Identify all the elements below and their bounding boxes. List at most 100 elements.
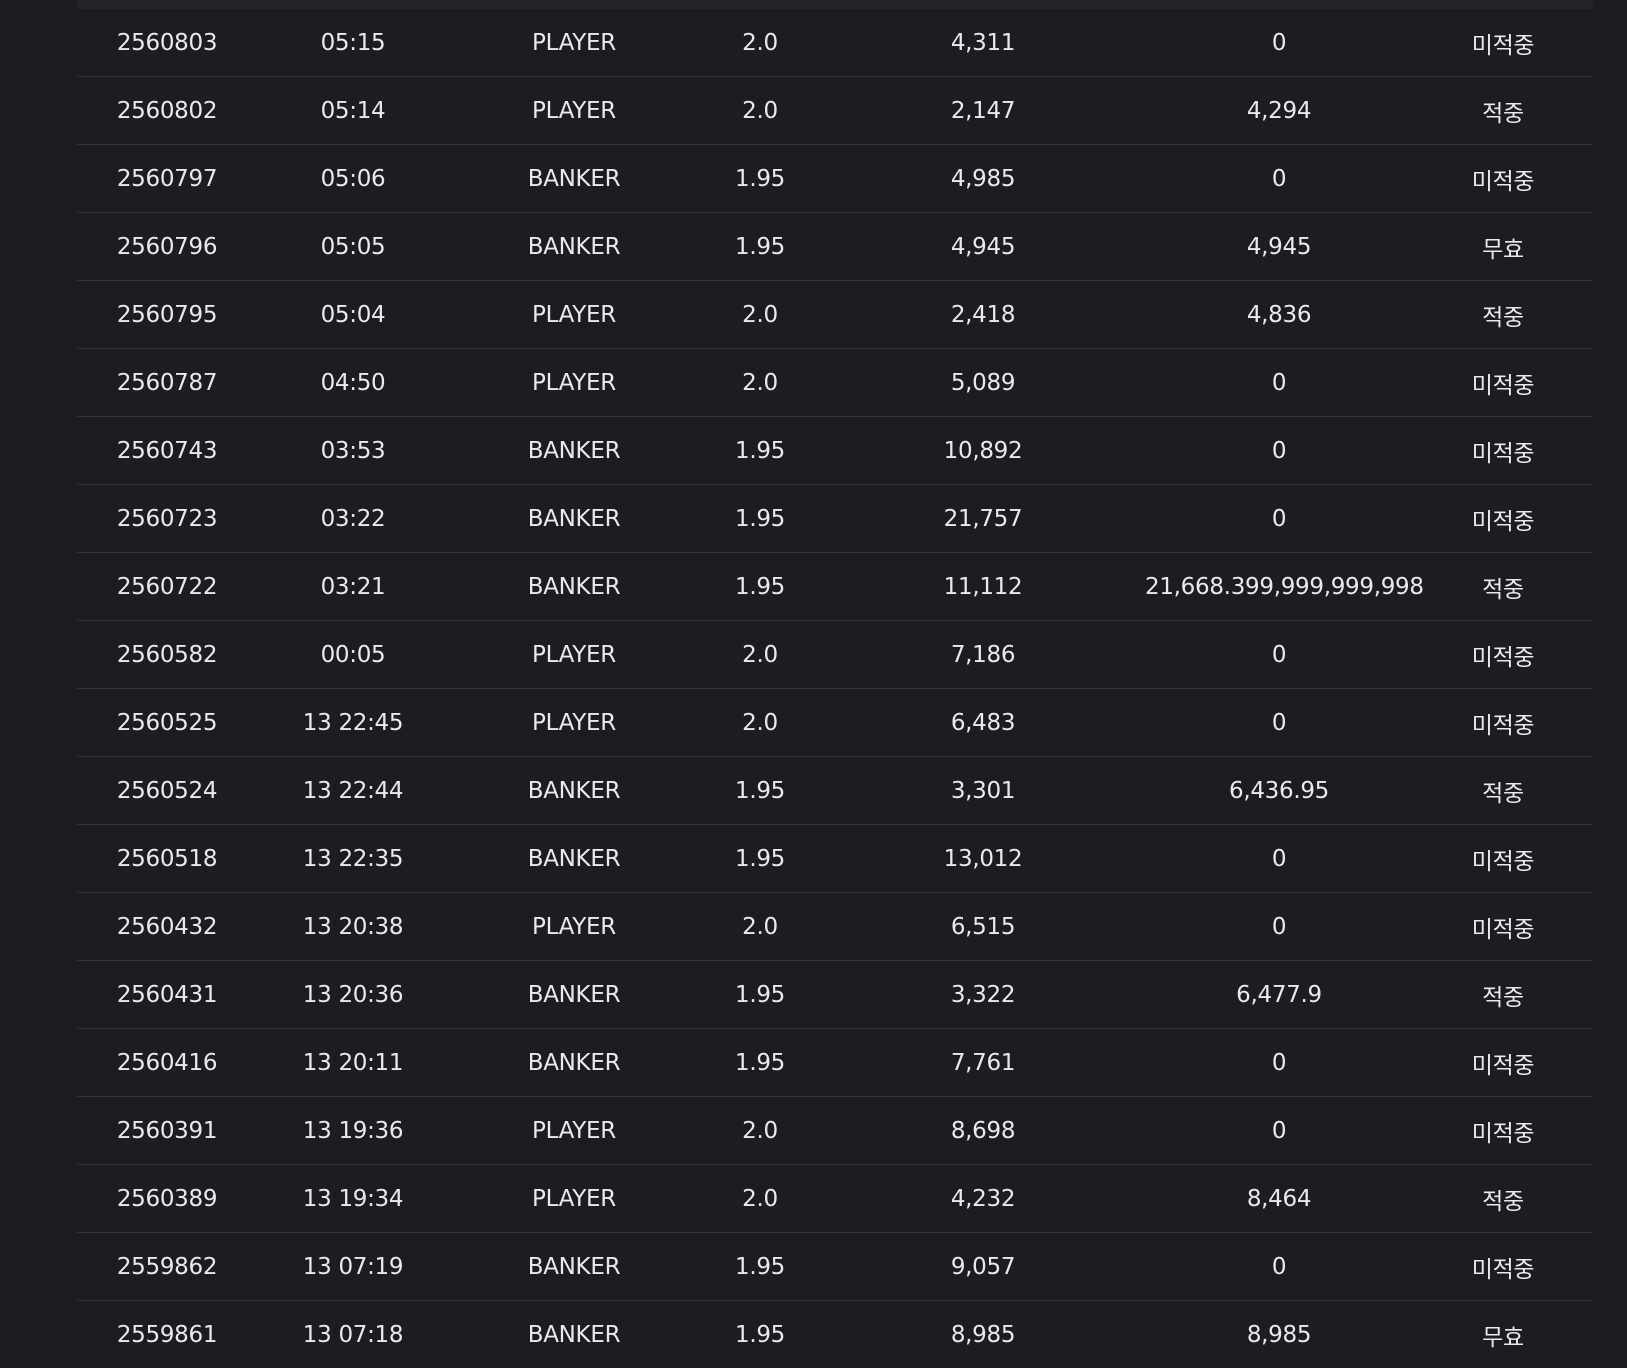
time-cell: 05:15 bbox=[320, 29, 386, 56]
bet-amount-cell: 5,089 bbox=[950, 369, 1016, 396]
round-id-cell: 2560802 bbox=[116, 97, 218, 124]
time-cell: 05:04 bbox=[320, 301, 386, 328]
win-amount-cell: 0 bbox=[1271, 1253, 1287, 1280]
table-row: 2560803 05:15 PLAYER 2.0 4,311 0 미적중 bbox=[77, 9, 1593, 77]
odds-cell: 1.95 bbox=[734, 165, 785, 192]
bet-amount-cell: 21,757 bbox=[943, 505, 1023, 532]
table-row: 2560796 05:05 BANKER 1.95 4,945 4,945 무효 bbox=[77, 213, 1593, 281]
pick-cell: PLAYER bbox=[532, 1117, 616, 1144]
odds-cell: 1.95 bbox=[734, 845, 785, 872]
bet-amount-cell: 8,698 bbox=[950, 1117, 1016, 1144]
result-cell: 미적중 bbox=[1471, 372, 1535, 399]
result-cell: 미적중 bbox=[1471, 32, 1535, 59]
win-amount-cell: 0 bbox=[1271, 913, 1287, 940]
odds-cell: 2.0 bbox=[742, 641, 778, 668]
win-amount-cell: 4,836 bbox=[1246, 301, 1312, 328]
pick-cell: BANKER bbox=[527, 437, 621, 464]
round-id-cell: 2560795 bbox=[116, 301, 218, 328]
result-cell: 미적중 bbox=[1471, 168, 1535, 195]
bet-amount-cell: 3,301 bbox=[950, 777, 1016, 804]
round-id-cell: 2560431 bbox=[116, 981, 218, 1008]
bet-amount-cell: 11,112 bbox=[943, 573, 1023, 600]
table-row: 2560743 03:53 BANKER 1.95 10,892 0 미적중 bbox=[77, 417, 1593, 485]
result-cell: 미적중 bbox=[1471, 916, 1535, 943]
round-id-cell: 2560432 bbox=[116, 913, 218, 940]
round-id-cell: 2560525 bbox=[116, 709, 218, 736]
bet-amount-cell: 7,761 bbox=[950, 1049, 1016, 1076]
bet-history-table: 2560803 05:15 PLAYER 2.0 4,311 0 미적중 2560802 05:… bbox=[77, 0, 1593, 1368]
round-id-cell: 2560803 bbox=[116, 29, 218, 56]
round-id-cell: 2559862 bbox=[116, 1253, 218, 1280]
win-amount-cell: 0 bbox=[1271, 709, 1287, 736]
odds-cell: 1.95 bbox=[734, 777, 785, 804]
time-cell: 00:05 bbox=[320, 641, 386, 668]
bet-amount-cell: 3,322 bbox=[950, 981, 1016, 1008]
win-amount-cell: 0 bbox=[1271, 1049, 1287, 1076]
win-amount-cell: 4,945 bbox=[1246, 233, 1312, 260]
table-row: 2560524 13 22:44 BANKER 1.95 3,301 6,436.95 적중 bbox=[77, 757, 1593, 825]
pick-cell: BANKER bbox=[527, 777, 621, 804]
win-amount-cell: 21,668.399,999,999,998 bbox=[1145, 573, 1424, 600]
table-row: 2560525 13 22:45 PLAYER 2.0 6,483 0 미적중 bbox=[77, 689, 1593, 757]
table-row: 2560431 13 20:36 BANKER 1.95 3,322 6,477.9 적중 bbox=[77, 961, 1593, 1029]
table-row: 2560389 13 19:34 PLAYER 2.0 4,232 8,464 적중 bbox=[77, 1165, 1593, 1233]
bet-amount-cell: 4,945 bbox=[950, 233, 1016, 260]
round-id-cell: 2560416 bbox=[116, 1049, 218, 1076]
round-id-cell: 2560389 bbox=[116, 1185, 218, 1212]
pick-cell: BANKER bbox=[527, 165, 621, 192]
table-row: 2560582 00:05 PLAYER 2.0 7,186 0 미적중 bbox=[77, 621, 1593, 689]
odds-cell: 2.0 bbox=[742, 1117, 778, 1144]
bet-amount-cell: 10,892 bbox=[943, 437, 1023, 464]
table-row: 2560391 13 19:36 PLAYER 2.0 8,698 0 미적중 bbox=[77, 1097, 1593, 1165]
time-cell: 13 07:19 bbox=[302, 1253, 404, 1280]
pick-cell: BANKER bbox=[527, 1049, 621, 1076]
bet-amount-cell: 4,311 bbox=[950, 29, 1016, 56]
win-amount-cell: 0 bbox=[1271, 437, 1287, 464]
odds-cell: 2.0 bbox=[742, 369, 778, 396]
pick-cell: BANKER bbox=[527, 505, 621, 532]
table-row: 2560432 13 20:38 PLAYER 2.0 6,515 0 미적중 bbox=[77, 893, 1593, 961]
pick-cell: BANKER bbox=[527, 981, 621, 1008]
odds-cell: 1.95 bbox=[734, 573, 785, 600]
win-amount-cell: 0 bbox=[1271, 1117, 1287, 1144]
round-id-cell: 2560524 bbox=[116, 777, 218, 804]
win-amount-cell: 8,464 bbox=[1246, 1185, 1312, 1212]
pick-cell: PLAYER bbox=[532, 1185, 616, 1212]
table-row: 2559862 13 07:19 BANKER 1.95 9,057 0 미적중 bbox=[77, 1233, 1593, 1301]
time-cell: 13 22:35 bbox=[302, 845, 404, 872]
result-cell: 미적중 bbox=[1471, 440, 1535, 467]
win-amount-cell: 0 bbox=[1271, 505, 1287, 532]
result-cell: 미적중 bbox=[1471, 1256, 1535, 1283]
round-id-cell: 2560797 bbox=[116, 165, 218, 192]
table-row: 2560518 13 22:35 BANKER 1.95 13,012 0 미적중 bbox=[77, 825, 1593, 893]
table-row: 2560723 03:22 BANKER 1.95 21,757 0 미적중 bbox=[77, 485, 1593, 553]
time-cell: 13 22:44 bbox=[302, 777, 404, 804]
bet-amount-cell: 6,515 bbox=[950, 913, 1016, 940]
odds-cell: 1.95 bbox=[734, 505, 785, 532]
bet-amount-cell: 4,985 bbox=[950, 165, 1016, 192]
time-cell: 04:50 bbox=[320, 369, 386, 396]
win-amount-cell: 6,477.9 bbox=[1236, 981, 1322, 1008]
win-amount-cell: 0 bbox=[1271, 29, 1287, 56]
result-cell: 적중 bbox=[1482, 984, 1524, 1011]
table-header-strip bbox=[77, 0, 1593, 9]
result-cell: 미적중 bbox=[1471, 1120, 1535, 1147]
odds-cell: 2.0 bbox=[742, 97, 778, 124]
result-cell: 적중 bbox=[1482, 100, 1524, 127]
result-cell: 적중 bbox=[1482, 1188, 1524, 1215]
pick-cell: PLAYER bbox=[532, 641, 616, 668]
time-cell: 13 20:38 bbox=[302, 913, 404, 940]
bet-amount-cell: 7,186 bbox=[950, 641, 1016, 668]
bet-amount-cell: 13,012 bbox=[943, 845, 1023, 872]
result-cell: 미적중 bbox=[1471, 508, 1535, 535]
win-amount-cell: 0 bbox=[1271, 369, 1287, 396]
odds-cell: 2.0 bbox=[742, 301, 778, 328]
time-cell: 05:06 bbox=[320, 165, 386, 192]
result-cell: 미적중 bbox=[1471, 848, 1535, 875]
result-cell: 미적중 bbox=[1471, 644, 1535, 671]
pick-cell: PLAYER bbox=[532, 369, 616, 396]
time-cell: 13 20:11 bbox=[302, 1049, 404, 1076]
odds-cell: 2.0 bbox=[742, 913, 778, 940]
pick-cell: BANKER bbox=[527, 845, 621, 872]
time-cell: 03:21 bbox=[320, 573, 386, 600]
